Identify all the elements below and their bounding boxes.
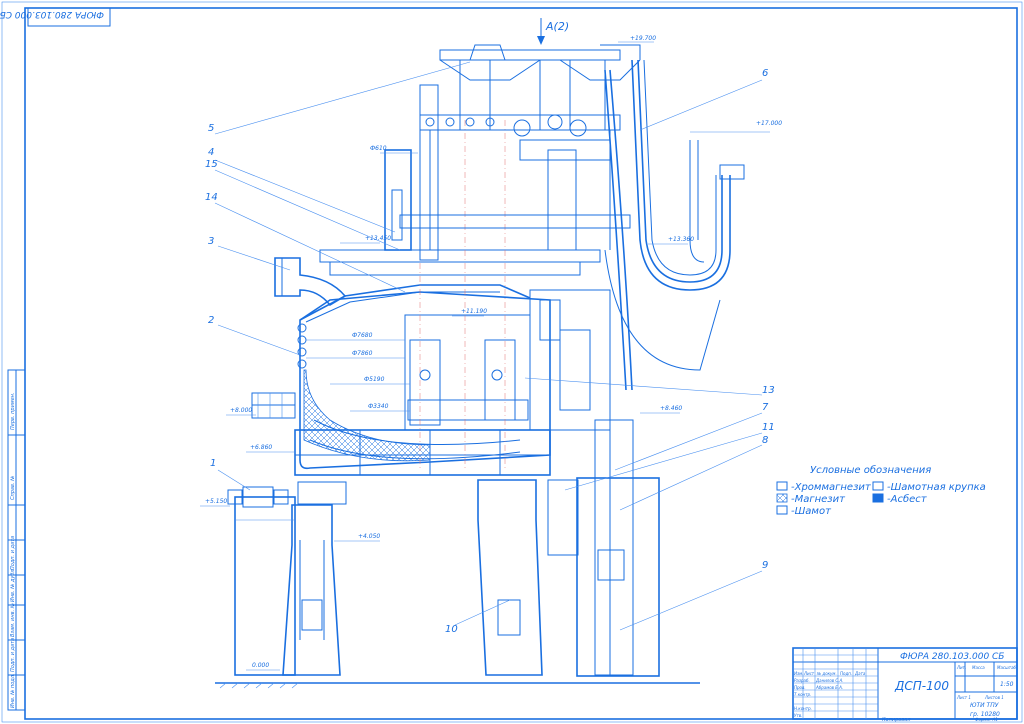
tb-row-approve: Утв. [794, 713, 802, 718]
callout-11: 11 [762, 422, 775, 433]
legend-item-2: -Магнезит [791, 494, 846, 505]
tb-hdr-scale: Масштаб [997, 665, 1017, 670]
ground [215, 682, 700, 689]
elev-6860: +6.860 [250, 444, 272, 451]
callout-10: 10 [445, 624, 458, 635]
legend-item-3: -Шамот [791, 506, 832, 517]
top-stamp: ФЮРА 280.103.000 СБ [0, 7, 111, 27]
callout-9: 9 [762, 560, 768, 571]
callout-2: 2 [208, 315, 214, 326]
side-label-1: Перв. примен. [10, 392, 16, 430]
callout-7: 7 [762, 402, 769, 413]
legend-swatch-asbestos [872, 493, 884, 503]
dim-3340: Ф3340 [368, 403, 389, 410]
callout-leaders [214, 61, 763, 631]
copied-label: Копировал [882, 717, 911, 723]
legend: Условные обозначения -Хроммагнезит -Магн… [776, 464, 986, 517]
tb-hdr-lit: Лит. [956, 665, 966, 670]
tb-col-date: Дата [854, 671, 866, 676]
elev-19700: +19.700 [630, 35, 656, 42]
tb-hdr-mass: Масса [972, 665, 985, 670]
dim-610: Ф610 [370, 145, 387, 152]
tb-person-2: Абрамов Е.А. [815, 685, 843, 690]
legend-swatch-chrome-magnesite [776, 481, 788, 491]
diameter-dims: Ф610 Ф7680 Ф7860 Ф5190 Ф3340 [306, 145, 418, 412]
refractory-lining [303, 369, 431, 462]
view-marker: A(2) [537, 18, 569, 45]
elev-8000: +8.000 [230, 407, 252, 414]
legend-item-4: -Шамотная крупка [887, 482, 986, 493]
gas-duct [274, 257, 347, 307]
elev-4050: +4.050 [358, 533, 380, 540]
title-block: Изм. Лист № докум. Подп. Дата Разраб. Пр… [792, 647, 1018, 720]
callout-14: 14 [205, 192, 218, 203]
side-label-5: Взам. инв. № [10, 603, 16, 637]
tb-org1: ЮТИ ТПУ [970, 702, 999, 709]
drive-unit [227, 481, 347, 508]
mast [384, 84, 611, 261]
tb-row-dev: Разраб. [794, 678, 810, 683]
dim-5190: Ф5190 [364, 376, 385, 383]
tb-col-sign: Подп. [840, 671, 852, 676]
legend-swatch-chamotte-grit [872, 481, 884, 491]
elev-8460: +8.460 [660, 405, 682, 412]
tb-name: ДСП-100 [894, 679, 949, 693]
top-stamp-text: ФЮРА 280.103.000 СБ [0, 9, 104, 19]
dim-7860: Ф7860 [352, 350, 373, 357]
tb-row-check: Пров. [794, 685, 806, 690]
tb-scale: 1:50 [1000, 681, 1014, 688]
elev-13450: +13.450 [365, 235, 391, 242]
tb-row-tcontr: Т.контр. [794, 692, 811, 697]
callout-4: 4 [208, 147, 214, 158]
legend-item-1: -Хроммагнезит [791, 482, 872, 493]
callout-5: 5 [208, 123, 214, 134]
side-label-4: Инв. № дубл. [10, 568, 16, 602]
elev-0000: 0.000 [252, 662, 269, 669]
tb-sheets: Листов 1 [984, 695, 1004, 700]
callout-3: 3 [208, 236, 214, 247]
elev-11190: +11.190 [461, 308, 487, 315]
tb-code: ФЮРА 280.103.000 СБ [900, 652, 1004, 662]
side-label-3: Подп. и дата [10, 536, 16, 570]
side-label-6: Подп. и дата [10, 638, 16, 672]
tb-col-doc: № докум. [816, 671, 837, 676]
right-support [529, 69, 721, 556]
callout-1: 1 [210, 458, 216, 469]
elev-13360: +13.360 [668, 236, 694, 243]
callout-8: 8 [762, 435, 768, 446]
dim-7680: Ф7680 [352, 332, 373, 339]
side-label-7: Инв. № подл. [10, 674, 16, 709]
view-label: A(2) [545, 20, 569, 33]
legend-title: Условные обозначения [810, 464, 931, 476]
legend-swatch-chamotte [776, 505, 788, 515]
callout-15: 15 [205, 159, 218, 170]
tb-row-ncontr: Н.контр. [794, 706, 812, 711]
side-label-2: Справ. № [10, 476, 16, 500]
legend-item-5: -Асбест [887, 493, 928, 505]
tb-sheet: Лист 1 [956, 695, 971, 700]
elev-17000: +17.000 [756, 120, 782, 127]
outer-frame [1, 1, 1023, 723]
side-strip: Перв. примен. Справ. № Подп. и дата Инв.… [7, 369, 26, 711]
elev-5150: +5.150 [205, 498, 227, 505]
tb-person-1: Данилов С.А. [815, 678, 844, 683]
callout-6: 6 [762, 68, 768, 79]
legend-swatch-magnesite [776, 493, 788, 503]
tb-col-izm: Изм. [794, 671, 803, 676]
technical-drawing: ФЮРА 280.103.000 СБ Перв. примен. Справ.… [0, 1, 1023, 723]
tb-col-list: Лист [803, 671, 815, 676]
format-label: Формат А1 [975, 717, 998, 722]
furnace-roof [299, 249, 601, 323]
callout-13: 13 [762, 385, 775, 396]
